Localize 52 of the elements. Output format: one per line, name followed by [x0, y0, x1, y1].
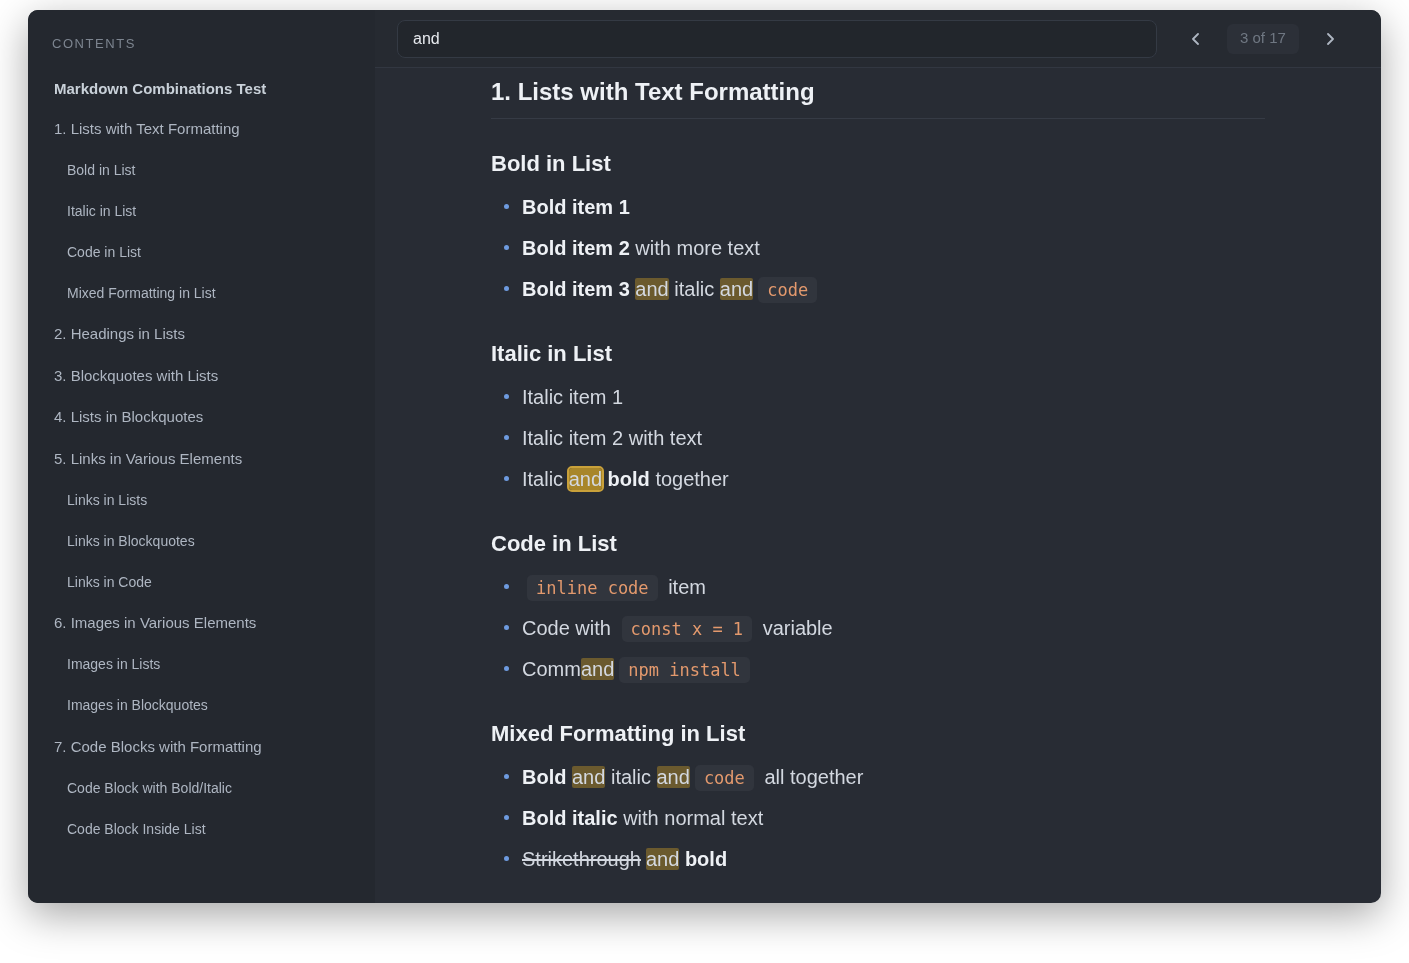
list-item: Strikethrough and bold	[522, 846, 728, 872]
toc-item[interactable]: Bold in List	[28, 149, 375, 191]
bullet-icon	[504, 204, 509, 209]
list-item: Bold item 1	[522, 194, 630, 220]
toc-item[interactable]: Images in Lists	[28, 644, 375, 685]
toc-item[interactable]: 1. Lists with Text Formatting	[28, 108, 375, 150]
section-heading: Italic in List	[491, 340, 614, 368]
list-item: Bold and italic and code all together	[522, 761, 864, 792]
toc-item[interactable]: Italic in List	[28, 190, 375, 232]
search-field[interactable]: and	[397, 19, 1157, 58]
match-counter: 3 of 17	[1227, 23, 1299, 54]
list-item: Bold item 3 and italic and code	[522, 273, 823, 304]
bullet-icon	[504, 394, 509, 399]
list-item: Code with const x = 1 variable	[522, 612, 833, 643]
list-item: Command npm install	[522, 653, 755, 684]
bullet-icon	[504, 286, 509, 291]
bullet-icon	[504, 476, 509, 481]
toc-item[interactable]: Code Block Inside List	[28, 808, 375, 850]
bullet-icon	[504, 856, 509, 861]
chevron-right-icon	[1327, 32, 1335, 45]
list-item: Italic and bold together	[522, 466, 729, 492]
chevron-left-icon	[1191, 32, 1199, 45]
bullet-icon	[504, 435, 509, 440]
section-heading: Bold in List	[491, 150, 612, 178]
toc-item[interactable]: 5. Links in Various Elements	[28, 438, 375, 480]
section-heading: Code in List	[491, 530, 618, 558]
list-item: Italic item 1	[522, 384, 624, 410]
bullet-icon	[504, 584, 509, 589]
toc-item[interactable]: 2. Headings in Lists	[28, 313, 375, 355]
toc-item[interactable]: Links in Code	[28, 561, 375, 603]
toc-item[interactable]: Markdown Combinations Test	[28, 69, 375, 108]
section-heading: Mixed Formatting in List	[491, 720, 747, 748]
bullet-icon	[504, 666, 509, 671]
bullet-icon	[504, 815, 509, 820]
toc-item[interactable]: Code in List	[28, 231, 375, 273]
list-item: Bold item 2 with more text	[522, 235, 760, 261]
bullet-icon	[504, 774, 509, 779]
document-title: 1. Lists with Text Formatting	[491, 68, 1265, 119]
toc-item[interactable]: 7. Code Blocks with Formatting	[28, 726, 375, 768]
toc-item[interactable]: 3. Blockquotes with Lists	[28, 355, 375, 397]
list-item: Italic item 2 with text	[522, 425, 703, 451]
toc-item[interactable]: 4. Lists in Blockquotes	[28, 396, 375, 438]
toc-item[interactable]: Mixed Formatting in List	[28, 272, 375, 314]
sidebar-title: CONTENTS	[51, 35, 137, 53]
bullet-icon	[504, 245, 509, 250]
toc-item[interactable]: Links in Lists	[28, 479, 375, 521]
toc-item[interactable]: 6. Images in Various Elements	[28, 602, 375, 644]
toc-item[interactable]: Images in Blockquotes	[28, 685, 375, 726]
list-item: Bold italic with normal text	[522, 805, 764, 831]
toc-item[interactable]: Code Block with Bold/Italic	[28, 767, 375, 809]
toc-item[interactable]: Links in Blockquotes	[28, 520, 375, 562]
bullet-icon	[504, 625, 509, 630]
